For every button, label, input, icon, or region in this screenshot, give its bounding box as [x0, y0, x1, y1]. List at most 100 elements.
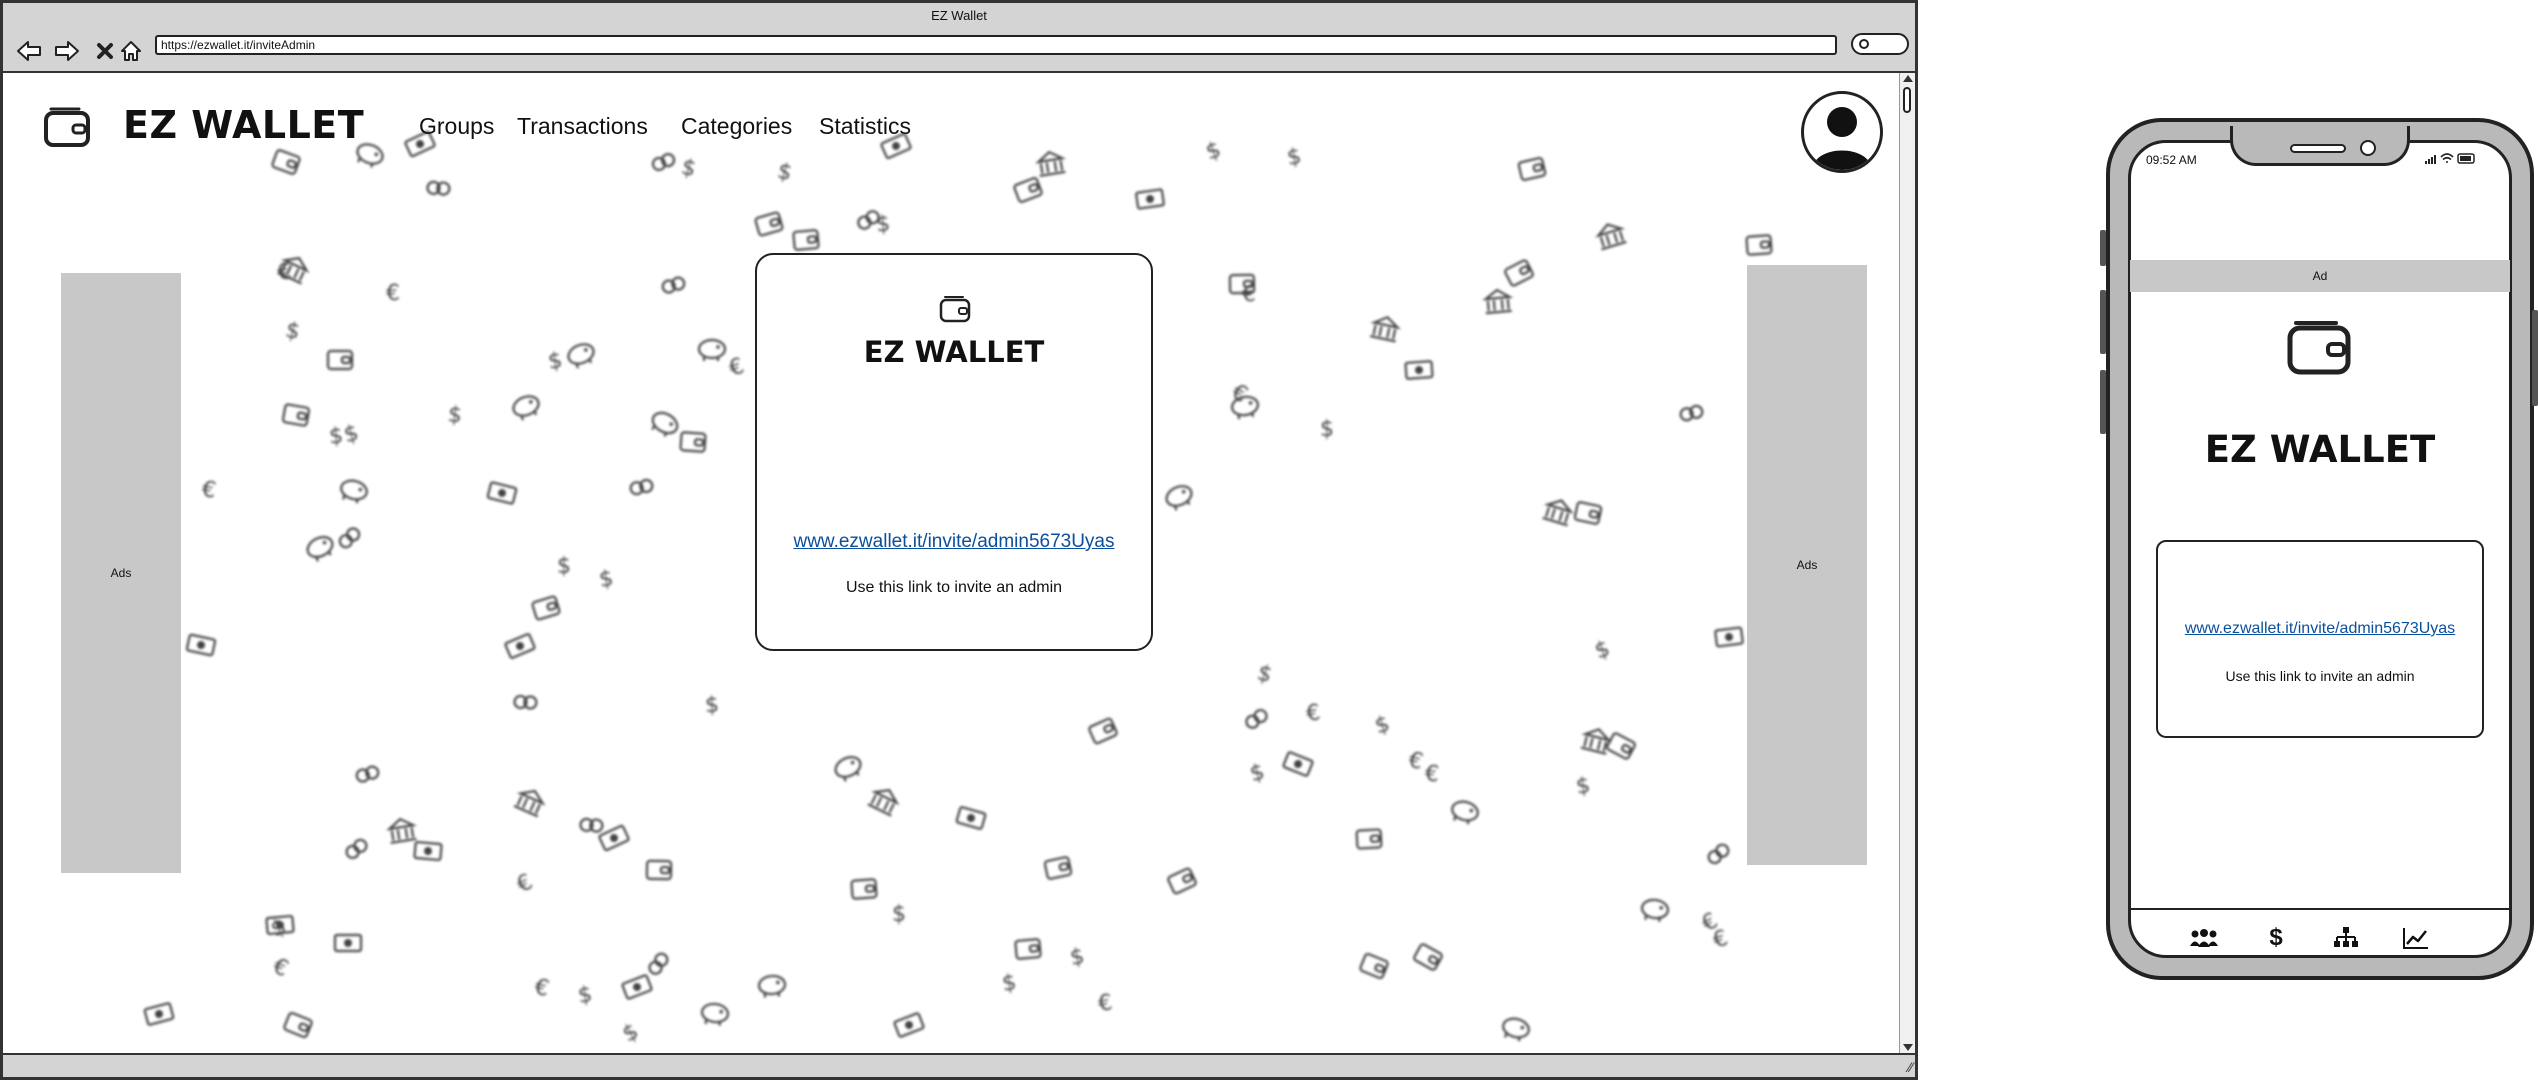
- svg-text:$: $: [577, 982, 594, 1009]
- pig-doodle-icon: [697, 338, 727, 361]
- coins-doodle-icon: [629, 478, 654, 496]
- mobile-invite-link[interactable]: www.ezwallet.it/invite/admin5673Uyas: [2158, 620, 2482, 638]
- wallet-doodle-icon: [281, 403, 311, 427]
- euro-doodle-icon: €: [1227, 380, 1251, 409]
- euro-doodle-icon: €: [200, 477, 218, 504]
- dollar-doodle-icon: $: [1285, 144, 1303, 171]
- euro-doodle-icon: €: [532, 974, 551, 1002]
- svg-text:€: €: [200, 477, 218, 504]
- svg-text:$: $: [892, 902, 906, 927]
- phone-speaker: [2290, 144, 2346, 153]
- coins-doodle-icon: [345, 838, 368, 860]
- svg-text:$: $: [679, 155, 699, 183]
- coins-doodle-icon: [355, 765, 380, 783]
- scroll-down-icon[interactable]: [1903, 1044, 1913, 1051]
- home-icon[interactable]: [117, 37, 145, 65]
- mobile-brand-title: EZ WALLET: [2204, 428, 2436, 471]
- stop-icon[interactable]: [91, 37, 119, 65]
- groups-icon[interactable]: [2186, 922, 2222, 954]
- nav-categories[interactable]: Categories: [681, 113, 792, 140]
- bill-doodle-icon: [1282, 751, 1314, 777]
- euro-doodle-icon: €: [726, 354, 748, 382]
- pig-doodle-icon: [567, 343, 595, 369]
- vertical-scrollbar[interactable]: [1899, 73, 1915, 1053]
- phone-power-button: [2532, 310, 2538, 406]
- dollar-doodle-icon: $: [557, 554, 571, 579]
- wallet-doodle-icon: [754, 211, 784, 237]
- coins-doodle-icon: [648, 952, 669, 975]
- coins-doodle-icon: [338, 527, 361, 549]
- wallet-doodle-icon: [531, 595, 561, 621]
- ad-label: Ads: [110, 566, 132, 580]
- dollar-doodle-icon: $: [1068, 944, 1087, 971]
- svg-text:$: $: [267, 914, 291, 943]
- wallet-doodle-icon: [1504, 259, 1534, 287]
- coins-doodle-icon: [1679, 404, 1704, 422]
- dollar-doodle-icon: $: [1254, 660, 1275, 688]
- svg-text:$: $: [1372, 711, 1393, 739]
- dollar-doodle-icon: $: [1247, 760, 1267, 788]
- wallet-doodle-icon: [1606, 732, 1636, 760]
- address-bar[interactable]: https://ezwallet.it/inviteAdmin: [155, 35, 1837, 55]
- bill-doodle-icon: [413, 840, 443, 862]
- bill-doodle-icon: [598, 824, 630, 852]
- browser-window: EZ Wallet https://ezwallet.it/inviteAdmi…: [0, 0, 1918, 1080]
- wallet-doodle-icon: [1167, 867, 1197, 895]
- bill-doodle-icon: [955, 806, 987, 830]
- chart-icon[interactable]: [2398, 922, 2434, 954]
- mobile-ad-banner[interactable]: Ad: [2130, 260, 2510, 292]
- nav-transactions[interactable]: Transactions: [517, 113, 648, 140]
- card-title: EZ WALLET: [863, 335, 1045, 369]
- dollar-doodle-icon: $: [1575, 773, 1592, 800]
- phone-status-icons: [2425, 153, 2475, 164]
- bank-doodle-icon: [1542, 499, 1574, 527]
- dollar-icon[interactable]: $: [2258, 922, 2294, 954]
- bill-doodle-icon: [1404, 360, 1434, 380]
- pig-doodle-icon: [834, 756, 862, 782]
- pig-doodle-icon: [1502, 1017, 1530, 1042]
- forward-icon[interactable]: [53, 37, 81, 65]
- euro-doodle-icon: €: [269, 954, 292, 982]
- wallet-doodle-icon: [1043, 856, 1073, 880]
- browser-search[interactable]: [1851, 33, 1909, 55]
- wallet-doodle-icon: [645, 859, 673, 881]
- back-icon[interactable]: [15, 37, 43, 65]
- resize-grip-icon[interactable]: ⁄⁄: [1908, 1059, 1913, 1075]
- phone-side-button: [2100, 230, 2106, 266]
- svg-text:€: €: [1305, 700, 1322, 727]
- scroll-thumb[interactable]: [1903, 87, 1911, 113]
- ad-banner-right[interactable]: Ads: [1747, 265, 1867, 865]
- nav-groups[interactable]: Groups: [419, 113, 494, 140]
- signal-icon: [2425, 155, 2436, 164]
- nav-statistics[interactable]: Statistics: [819, 113, 911, 140]
- ad-label: Ads: [1796, 558, 1818, 572]
- phone-volume-up: [2100, 290, 2106, 354]
- wallet-doodle-icon: [850, 878, 878, 900]
- svg-text:$: $: [1068, 944, 1087, 971]
- page-viewport: € € $ $ $ € $ € $ $ $ € € $ $ $ $ € € $ € $ $ $ $ € $ $ € $ $ € $ $ $ $ € $ € €…: [3, 73, 1899, 1053]
- bill-doodle-icon: [333, 933, 363, 953]
- pig-doodle-icon: [1640, 898, 1670, 922]
- invite-card: EZ WALLET www.ezwallet.it/invite/admin56…: [755, 253, 1153, 651]
- dollar-doodle-icon: $: [283, 318, 302, 346]
- wallet-doodle-icon: [792, 229, 820, 251]
- wallet-logo-icon: [939, 296, 971, 323]
- hierarchy-icon[interactable]: [2328, 922, 2364, 954]
- svg-text:$: $: [619, 1019, 643, 1048]
- ad-banner-left[interactable]: Ads: [61, 273, 181, 873]
- wifi-icon: [2440, 153, 2454, 163]
- phone-volume-down: [2100, 370, 2106, 434]
- euro-doodle-icon: €: [1096, 990, 1114, 1017]
- euro-doodle-icon: €: [1424, 761, 1440, 787]
- mobile-invite-card: www.ezwallet.it/invite/admin5673Uyas Use…: [2156, 540, 2484, 738]
- euro-doodle-icon: €: [1242, 282, 1257, 307]
- user-avatar[interactable]: [1801, 91, 1883, 173]
- invite-link[interactable]: www.ezwallet.it/invite/admin5673Uyas: [757, 531, 1151, 553]
- wallet-doodle-icon: [283, 1011, 313, 1039]
- pig-doodle-icon: [1451, 800, 1479, 825]
- coins-doodle-icon: [651, 152, 676, 172]
- scroll-up-icon[interactable]: [1903, 75, 1913, 82]
- wallet-doodle-icon: [326, 349, 354, 371]
- pig-doodle-icon: [340, 479, 368, 504]
- euro-doodle-icon: €: [1710, 926, 1731, 954]
